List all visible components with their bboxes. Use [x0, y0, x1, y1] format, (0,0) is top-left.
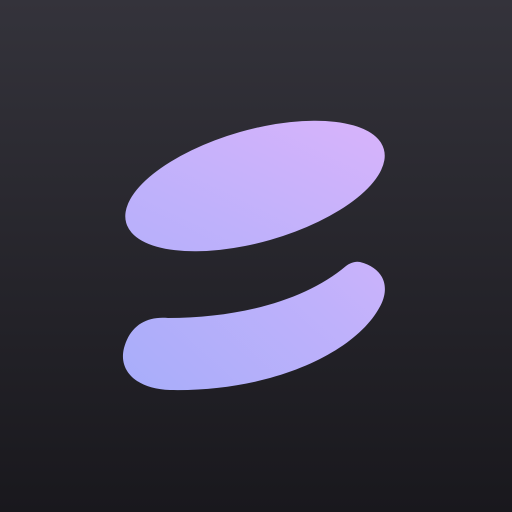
- logo-upper-ellipse: [125, 120, 385, 252]
- logo-mark-icon: [122, 120, 385, 391]
- logo-lower-crescent: [122, 261, 385, 391]
- app-icon: [0, 0, 512, 512]
